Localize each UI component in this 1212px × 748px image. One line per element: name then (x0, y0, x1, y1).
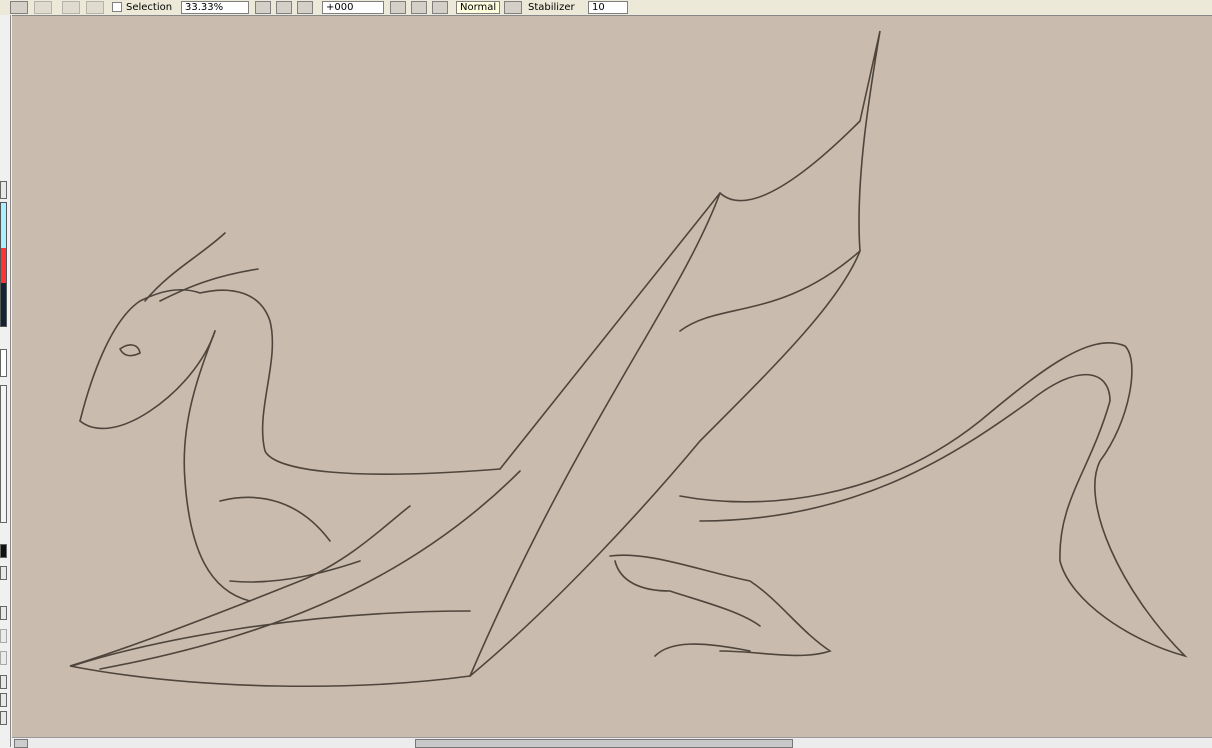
stabilizer-select[interactable]: 10 (588, 1, 628, 14)
zoom-out-button[interactable] (255, 1, 271, 14)
zoom-field[interactable]: 33.33% (181, 1, 249, 14)
tool-button[interactable] (0, 566, 7, 580)
tool-button[interactable] (0, 629, 7, 643)
save-button[interactable] (34, 1, 52, 14)
color-wheel[interactable] (0, 202, 7, 327)
dragon-sketch (69, 30, 1188, 688)
rotate-left-button[interactable] (390, 1, 406, 14)
drawing-canvas[interactable] (12, 15, 1212, 738)
rotate-reset-button[interactable] (432, 1, 448, 14)
zoom-in-button[interactable] (276, 1, 292, 14)
color-swatch[interactable] (0, 349, 7, 377)
stabilizer-label: Stabilizer (528, 2, 575, 13)
left-panel (0, 15, 11, 747)
layer-button[interactable] (0, 544, 7, 558)
horizontal-scrollbar[interactable] (12, 737, 1212, 748)
scratchpad-scrollbar[interactable] (0, 385, 7, 523)
undo-button[interactable] (62, 1, 80, 14)
selection-checkbox[interactable] (112, 2, 122, 12)
redo-button[interactable] (86, 1, 104, 14)
toolbar: Selection 33.33% +000 Normal Stabilizer … (0, 0, 1212, 15)
tool-button[interactable] (0, 711, 7, 725)
tool-button[interactable] (0, 651, 7, 665)
blend-mode-select[interactable]: Normal (456, 1, 500, 14)
tool-button[interactable] (0, 693, 7, 707)
rotate-right-button[interactable] (411, 1, 427, 14)
zoom-reset-button[interactable] (297, 1, 313, 14)
new-file-button[interactable] (10, 1, 28, 14)
selection-label: Selection (126, 2, 173, 13)
rotation-field[interactable]: +000 (322, 1, 384, 14)
flip-button[interactable] (504, 1, 522, 14)
tool-button[interactable] (0, 606, 7, 620)
panel-button[interactable] (0, 181, 7, 199)
tool-button[interactable] (0, 675, 7, 689)
